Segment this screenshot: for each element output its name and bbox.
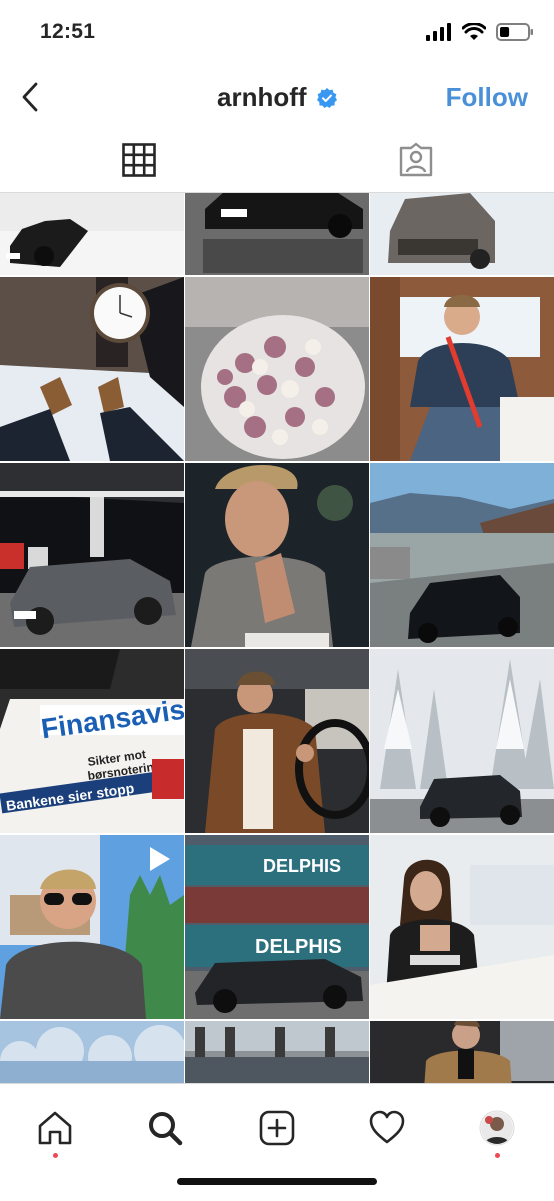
status-icons	[426, 22, 534, 42]
container-text-bottom: DELPHIS	[255, 936, 342, 958]
tab-grid[interactable]	[0, 128, 277, 192]
post-woman-bed[interactable]	[370, 835, 554, 1019]
battery-icon	[496, 23, 533, 41]
status-bar: 12:51	[0, 0, 554, 66]
nav-new-post[interactable]	[247, 1098, 307, 1158]
search-icon	[149, 1112, 183, 1146]
plus-square-icon	[259, 1110, 295, 1146]
profile-username: arnhoff	[217, 82, 307, 112]
home-notification-dot	[53, 1153, 58, 1158]
post-man-suit[interactable]	[370, 1021, 554, 1083]
verified-badge-icon	[317, 87, 337, 108]
post-bentley-gas-station[interactable]	[0, 463, 184, 647]
home-icon	[38, 1111, 72, 1145]
profile-header: arnhoff Follow	[0, 66, 554, 128]
post-bentley-snow-forest[interactable]	[370, 649, 554, 833]
post-man-driving[interactable]	[185, 649, 369, 833]
posts-grid: Finansavis Sikter mot børsnotering Banke…	[0, 193, 554, 1083]
post-portrait-dark[interactable]	[185, 463, 369, 647]
wifi-icon	[462, 23, 486, 40]
post-white-audi-snow[interactable]	[0, 193, 184, 275]
tagged-person-icon	[399, 142, 432, 177]
post-man-in-car[interactable]	[370, 277, 554, 461]
post-man-sunglasses-video[interactable]	[0, 835, 184, 1019]
follow-button[interactable]: Follow	[446, 82, 528, 113]
status-time: 12:51	[40, 20, 96, 43]
video-play-icon	[150, 847, 170, 871]
post-porsche-snow-road[interactable]	[370, 193, 554, 275]
profile-notification-dot	[495, 1153, 500, 1158]
post-watch-wrist[interactable]	[0, 277, 184, 461]
container-text-top: DELPHIS	[263, 856, 341, 876]
post-frozen-trees[interactable]	[0, 1021, 184, 1083]
nav-activity[interactable]	[357, 1098, 417, 1158]
nav-home[interactable]	[25, 1098, 85, 1158]
post-bentley-containers[interactable]: DELPHIS DELPHIS	[185, 835, 369, 1019]
heart-icon	[369, 1110, 405, 1144]
post-newspaper[interactable]: Finansavis Sikter mot børsnotering Banke…	[0, 649, 184, 833]
nav-search[interactable]	[135, 1098, 195, 1158]
tab-tagged[interactable]	[277, 128, 554, 192]
post-roses-bouquet[interactable]	[185, 277, 369, 461]
home-indicator	[177, 1178, 377, 1185]
avatar-icon	[479, 1110, 515, 1146]
profile-tabs	[0, 128, 554, 193]
nav-profile[interactable]	[467, 1098, 527, 1158]
post-porsche-fjord[interactable]	[370, 463, 554, 647]
grid-icon	[121, 143, 156, 177]
post-black-audi-night[interactable]	[185, 193, 369, 275]
post-city-view[interactable]	[185, 1021, 369, 1083]
signal-icon	[426, 23, 451, 41]
